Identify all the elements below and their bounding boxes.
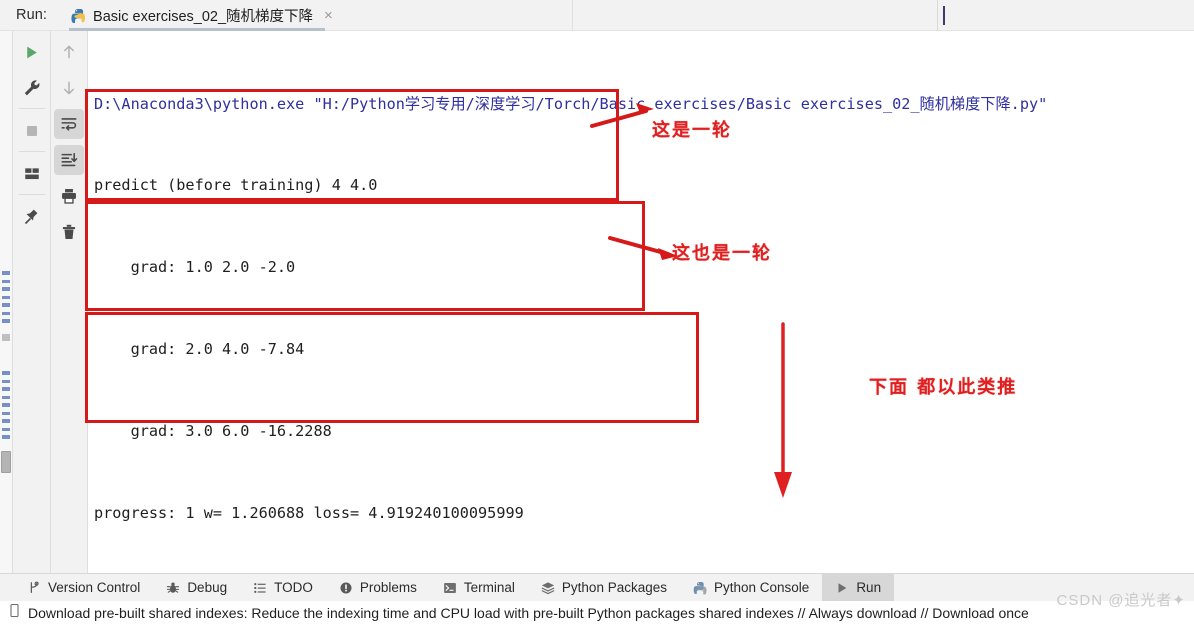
pin-tab-button[interactable] bbox=[17, 202, 47, 232]
tool-window-python-console[interactable]: Python Console bbox=[680, 574, 822, 602]
close-icon[interactable]: × bbox=[324, 8, 333, 23]
up-the-stack-button[interactable] bbox=[54, 37, 84, 67]
soft-wrap-button[interactable] bbox=[54, 109, 84, 139]
console-line: progress: 1 w= 1.260688 loss= 4.91924010… bbox=[94, 504, 524, 523]
exclamation-circle-icon bbox=[339, 581, 353, 595]
tool-window-label: Run bbox=[856, 580, 882, 595]
tool-window-label: Version Control bbox=[48, 580, 141, 595]
header-divider bbox=[572, 0, 573, 31]
scrollbar-thumb[interactable] bbox=[1, 451, 11, 473]
settings-button[interactable] bbox=[17, 73, 47, 103]
python-icon bbox=[693, 581, 707, 595]
caret-column-line bbox=[937, 0, 938, 31]
tool-window-label: Python Packages bbox=[561, 580, 667, 595]
tool-window-bar: Version Control Debug TODO Problems Term… bbox=[0, 573, 1194, 602]
tool-window-python-packages[interactable]: Python Packages bbox=[528, 574, 680, 602]
print-button[interactable] bbox=[54, 181, 84, 211]
layout-button[interactable] bbox=[17, 159, 47, 189]
console-line: grad: 1.0 2.0 -2.0 bbox=[94, 258, 296, 277]
run-tab-title: Basic exercises_02_随机梯度下降 bbox=[93, 8, 314, 25]
tool-window-run[interactable]: Run bbox=[822, 573, 895, 602]
text-caret bbox=[943, 6, 945, 25]
toolbar-separator bbox=[18, 108, 45, 109]
run-tool-window-header: Run: Basic exercises_02_随机梯度下降 × bbox=[0, 0, 1194, 31]
play-small-icon bbox=[835, 581, 849, 595]
annotation-and-so-on-label: 下面 都以此类推 bbox=[869, 377, 1018, 398]
run-console-output[interactable]: D:\Anaconda3\python.exe "H:/Python学习专用/深… bbox=[88, 31, 1194, 573]
down-the-stack-button[interactable] bbox=[54, 73, 84, 103]
tool-window-version-control[interactable]: Version Control bbox=[14, 574, 153, 602]
status-bar: Download pre-built shared indexes: Reduc… bbox=[0, 601, 1194, 624]
python-icon bbox=[71, 8, 86, 23]
console-command-line: D:\Anaconda3\python.exe "H:/Python学习专用/深… bbox=[94, 94, 1048, 113]
tool-window-label: Terminal bbox=[463, 580, 515, 595]
toolbar-separator bbox=[18, 151, 45, 152]
annotation-epoch-one-label: 这是一轮 bbox=[652, 120, 732, 141]
stop-button[interactable] bbox=[17, 116, 47, 146]
status-message[interactable]: Download pre-built shared indexes: Reduc… bbox=[28, 605, 1029, 621]
console-line: grad: 3.0 6.0 -16.2288 bbox=[94, 422, 332, 441]
scroll-to-end-button[interactable] bbox=[54, 145, 84, 175]
tool-window-debug[interactable]: Debug bbox=[153, 574, 240, 602]
tool-window-label: Problems bbox=[359, 580, 417, 595]
console-line: predict (before training) 4 4.0 bbox=[94, 176, 378, 195]
run-toolbar-primary bbox=[13, 31, 51, 573]
terminal-icon bbox=[443, 581, 457, 595]
trash-icon[interactable] bbox=[54, 217, 84, 247]
console-line: grad: 2.0 4.0 -7.84 bbox=[94, 340, 305, 359]
tool-window-label: Debug bbox=[187, 580, 228, 595]
tool-window-problems[interactable]: Problems bbox=[326, 574, 430, 602]
console-error-stripe[interactable] bbox=[0, 31, 13, 573]
list-icon bbox=[253, 581, 267, 595]
run-configuration-tab[interactable]: Basic exercises_02_随机梯度下降 × bbox=[69, 0, 339, 31]
branch-icon bbox=[27, 581, 41, 595]
bug-icon bbox=[166, 581, 180, 595]
run-label: Run: bbox=[16, 7, 48, 23]
annotation-epoch-two-label: 这也是一轮 bbox=[672, 243, 772, 264]
notification-icon[interactable] bbox=[8, 603, 21, 623]
console-text: D:\Anaconda3\python.exe "H:/Python学习专用/深… bbox=[88, 31, 1194, 573]
tool-window-todo[interactable]: TODO bbox=[240, 574, 326, 602]
tool-window-label: Python Console bbox=[714, 580, 810, 595]
rerun-button[interactable] bbox=[17, 37, 47, 67]
tool-window-terminal[interactable]: Terminal bbox=[430, 574, 528, 602]
run-toolbar-secondary bbox=[51, 31, 88, 573]
tool-window-label: TODO bbox=[274, 580, 313, 595]
packages-icon bbox=[541, 581, 555, 595]
toolbar-separator bbox=[18, 194, 45, 195]
